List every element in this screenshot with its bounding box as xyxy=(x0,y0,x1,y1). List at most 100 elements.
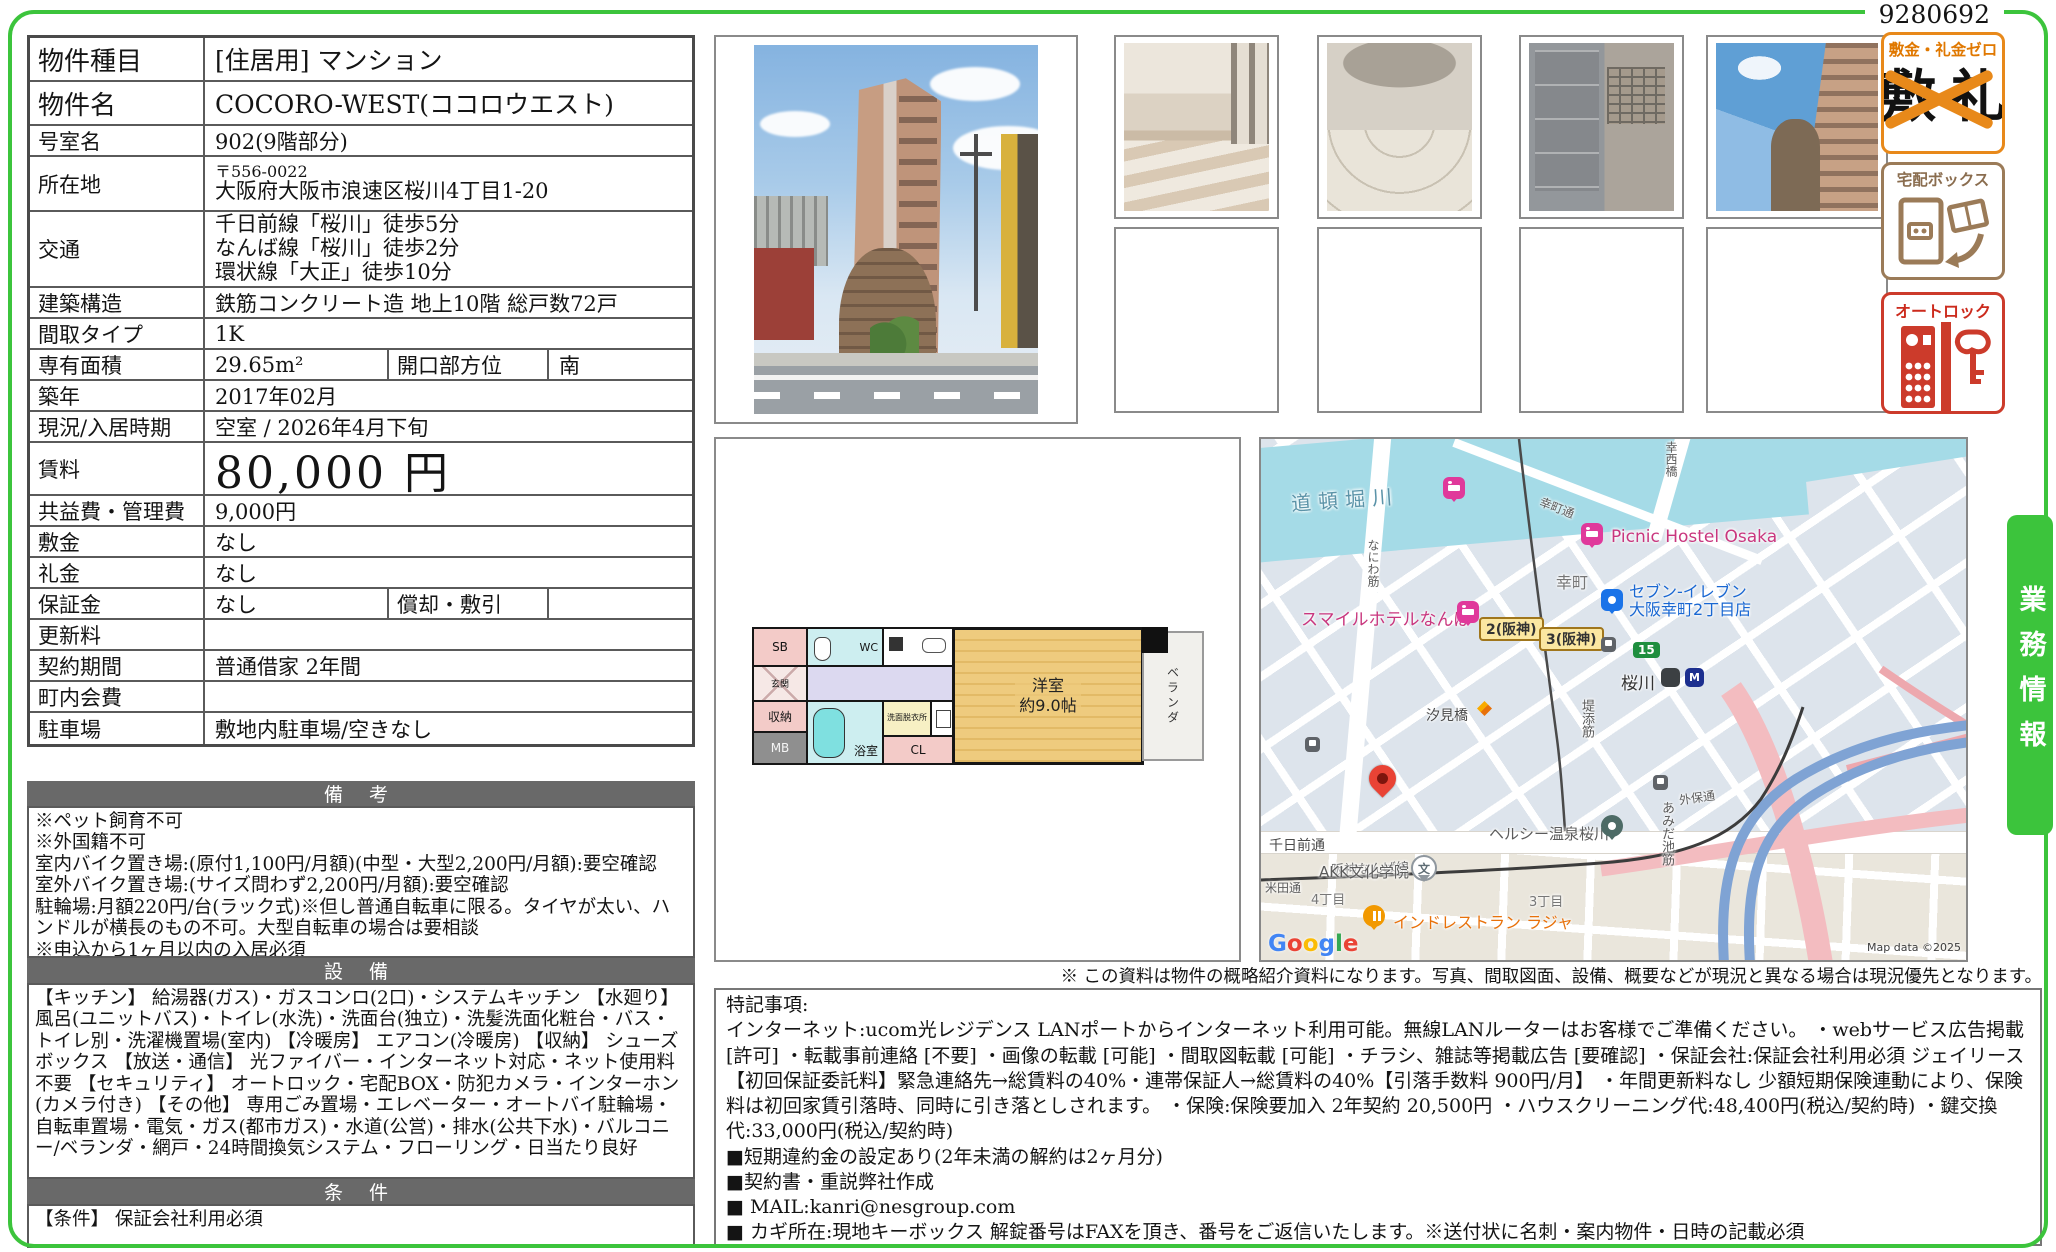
delivery-box-icon xyxy=(1893,190,1993,274)
washing-machine-space xyxy=(930,700,954,737)
hotel-pin-icon[interactable] xyxy=(1443,477,1465,499)
table-row: 間取タイプ 1K xyxy=(30,319,692,350)
block-label: 4丁目 xyxy=(1311,889,1345,908)
badge-auto-lock: オートロック xyxy=(1881,292,2005,414)
station-icon xyxy=(1661,668,1680,687)
row-value: 普通借家 2年間 xyxy=(205,651,692,680)
notes-body: インターネット:ucom光レジデンス LANポートからインターネット利用可能。無… xyxy=(726,1018,2030,1144)
row-value: COCORO-WEST(ココロウエスト) xyxy=(205,82,692,124)
table-row: 礼金 なし xyxy=(30,558,692,589)
notes-bullet: ■ カギ所在:現地キーボックス 解錠番号はFAXを頂き、番号をご返信いたします。… xyxy=(726,1220,2030,1245)
rent-value: 80,000 円 xyxy=(205,443,692,494)
row-value: 千日前線「桜川」徒歩5分 なんば線「桜川」徒歩2分 環状線「大正」徒歩10分 xyxy=(205,212,692,286)
auto-lock-icon xyxy=(1893,322,1993,412)
row-value xyxy=(205,620,692,649)
row-value: 〒556-0022 大阪府大阪市浪速区桜川4丁目1-20 xyxy=(205,157,692,210)
logo-letter: e xyxy=(1343,931,1359,957)
hallway xyxy=(806,665,954,702)
station-exit-badge: 2(阪神) xyxy=(1479,617,1544,641)
row-value-2 xyxy=(549,589,692,618)
neighbor-building-yellow xyxy=(1001,134,1038,348)
route-15-shield: 15 xyxy=(1633,642,1660,658)
wc-label: WC xyxy=(859,641,878,654)
room-size: 約9.0帖 xyxy=(1019,696,1076,716)
neighbor-building-red xyxy=(754,248,814,340)
seven-line2: 大阪幸町2丁目店 xyxy=(1629,601,1751,619)
row-value: なし xyxy=(205,589,387,618)
row-label: 号室名 xyxy=(30,126,205,155)
logo-letter: o xyxy=(1303,931,1319,957)
bed-glyph xyxy=(1586,531,1598,537)
bus-stop-icon xyxy=(1653,775,1668,790)
poi-label-smile-hotel[interactable]: スマイルホテルなんば xyxy=(1301,605,1471,630)
table-row: 所在地 〒556-0022 大阪府大阪市浪速区桜川4丁目1-20 xyxy=(30,157,692,212)
poi-label-raja[interactable]: インドレストラン ラジャ xyxy=(1393,909,1573,933)
metro-icon: M xyxy=(1685,668,1704,687)
photo-frame-empty xyxy=(1317,227,1482,413)
special-notes-box: 特記事項: インターネット:ucom光レジデンス LANポートからインターネット… xyxy=(714,988,2042,1246)
store-glyph xyxy=(1608,596,1616,604)
hotel-pin-icon[interactable] xyxy=(1581,523,1603,545)
remark-line: ※ペット飼育不可 xyxy=(35,811,687,832)
map-attribution: Map data ©2025 xyxy=(1867,941,1961,954)
row-label: 賃料 xyxy=(30,443,205,494)
remark-line: 室外バイク置き場:(サイズ問わず2,200円/月額):要空確認 xyxy=(35,875,687,896)
badge-title: 敷金・礼金ゼロ xyxy=(1884,35,2002,60)
school-pin-icon[interactable]: 文 xyxy=(1411,855,1437,881)
bus-stop-icon xyxy=(1601,637,1616,652)
table-row-rent: 賃料 80,000 円 xyxy=(30,443,692,496)
photo-building-lookup xyxy=(1706,35,1888,219)
logo-letter: g xyxy=(1319,931,1335,957)
photo-mailboxes xyxy=(1519,35,1684,219)
remark-line: ※外国籍不可 xyxy=(35,832,687,853)
street-label: 堤添筋 xyxy=(1577,699,1596,738)
hotel-pin-icon[interactable] xyxy=(1457,601,1479,623)
poi-label-onsen[interactable]: ヘルシー温泉桜川 xyxy=(1489,823,1609,844)
bathtub-icon xyxy=(813,708,845,758)
row-label-2: 償却・敷引 xyxy=(387,589,549,618)
table-row: 共益費・管理費 9,000円 xyxy=(30,496,692,527)
toilet-room: WC xyxy=(806,627,884,667)
shoe-box: SB xyxy=(752,627,808,667)
floorplan-box: 洋室 約9.0帖 ベランダ SB WC 玄関 収納 MB xyxy=(714,437,1241,962)
poi-label-seven-eleven[interactable]: セブン-イレブン 大阪幸町2丁目店 xyxy=(1629,583,1751,620)
bed-glyph xyxy=(1448,485,1460,491)
remarks-box: ※ペット飼育不可 ※外国籍不可 室内バイク置き場:(原付1,100円/月額)(中… xyxy=(27,806,695,958)
logo-letter: G xyxy=(1268,931,1287,957)
poi-label-akk[interactable]: AKK文化学院 xyxy=(1319,861,1409,882)
row-label: 専有面積 xyxy=(30,350,205,379)
wall-block xyxy=(1142,627,1168,653)
block-label: 3丁目 xyxy=(1529,891,1563,910)
photo-content xyxy=(1529,43,1674,211)
business-info-tab[interactable]: 業務情報 xyxy=(2007,515,2053,835)
fork-glyph xyxy=(1373,911,1376,921)
row-label: 敷金 xyxy=(30,527,205,556)
row-value: 9,000円 xyxy=(205,496,692,525)
transit-line: なんば線「桜川」徒歩2分 xyxy=(215,237,459,261)
onsen-pin-icon[interactable] xyxy=(1601,815,1623,837)
onsen-glyph xyxy=(1608,822,1616,830)
row-value-2: 南 xyxy=(549,350,692,379)
row-label: 交通 xyxy=(30,212,205,286)
entrance: 玄関 xyxy=(752,665,808,702)
photo-lobby xyxy=(1317,35,1482,219)
photo-frame-empty xyxy=(1706,227,1888,413)
street xyxy=(754,366,1038,414)
equipment-box: 【キッチン】 給湯器(ガス)・ガスコンロ(2口)・システムキッチン 【水廻り】 … xyxy=(27,983,695,1179)
business-info-label: 業務情報 xyxy=(2011,585,2050,765)
table-row: 保証金 なし 償却・敷引 xyxy=(30,589,692,620)
photo-entrance-corridor xyxy=(1114,35,1279,219)
restaurant-pin-icon[interactable] xyxy=(1363,905,1385,927)
seven-eleven-pin-icon[interactable] xyxy=(1601,589,1623,611)
location-map[interactable]: 道頓堀川 幸町通 Picnic Hostel Osaka 幸町 セブン-イレブン… xyxy=(1259,437,1968,962)
kitchen xyxy=(882,627,954,667)
row-label: 更新料 xyxy=(30,620,205,649)
row-value: 902(9階部分) xyxy=(205,126,692,155)
school-glyph: 文 xyxy=(1418,860,1430,877)
row-value: 2017年02月 xyxy=(205,381,692,410)
toilet-icon xyxy=(814,637,831,661)
sidewalk xyxy=(754,353,1038,366)
row-value: 敷地内駐車場/空きなし xyxy=(205,713,692,744)
bed-glyph xyxy=(1462,609,1474,615)
poi-label-picnic-hostel[interactable]: Picnic Hostel Osaka xyxy=(1611,527,1777,547)
